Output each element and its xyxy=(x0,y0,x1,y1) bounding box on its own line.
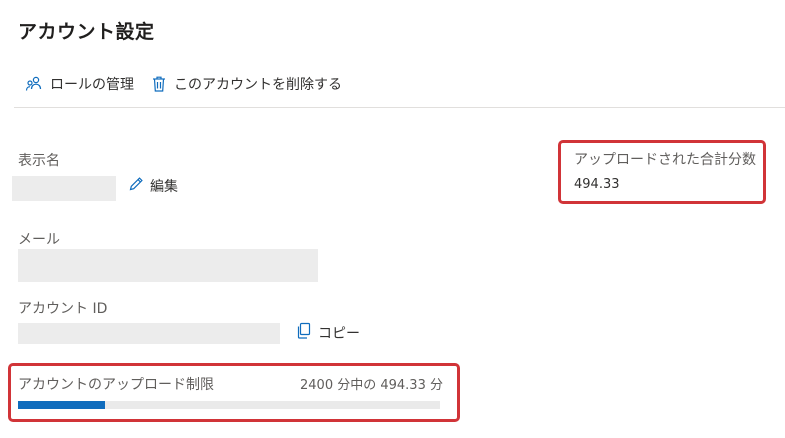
upload-limit-progress-fill xyxy=(18,401,105,409)
edit-label: 編集 xyxy=(150,179,178,195)
pencil-icon xyxy=(128,176,144,196)
email-value xyxy=(18,249,318,282)
command-bar: ロールの管理 このアカウントを削除する xyxy=(25,72,342,96)
total-uploaded-label: アップロードされた合計分数 xyxy=(574,152,756,168)
total-uploaded-value: 494.33 xyxy=(574,177,620,192)
account-id-label: アカウント ID xyxy=(18,301,108,317)
delete-account-label: このアカウントを削除する xyxy=(174,77,342,93)
manage-roles-label: ロールの管理 xyxy=(50,77,134,93)
copy-icon xyxy=(296,322,312,344)
delete-account-button[interactable]: このアカウントを削除する xyxy=(151,74,342,94)
upload-limit-label: アカウントのアップロード制限 xyxy=(18,377,214,393)
upload-limit-progress xyxy=(18,401,440,409)
email-label: メール xyxy=(18,232,60,248)
people-icon xyxy=(25,75,43,93)
copy-label: コピー xyxy=(318,326,360,342)
display-name-label: 表示名 xyxy=(18,153,60,169)
manage-roles-button[interactable]: ロールの管理 xyxy=(25,74,134,94)
account-id-value xyxy=(18,323,280,344)
edit-display-name-button[interactable]: 編集 xyxy=(128,176,178,196)
upload-limit-summary: 2400 分中の 494.33 分 xyxy=(300,378,443,393)
copy-account-id-button[interactable]: コピー xyxy=(296,322,360,344)
trash-icon xyxy=(151,75,167,93)
toolbar-divider xyxy=(14,107,785,108)
display-name-value xyxy=(12,176,116,201)
page-title: アカウント設定 xyxy=(18,21,155,43)
